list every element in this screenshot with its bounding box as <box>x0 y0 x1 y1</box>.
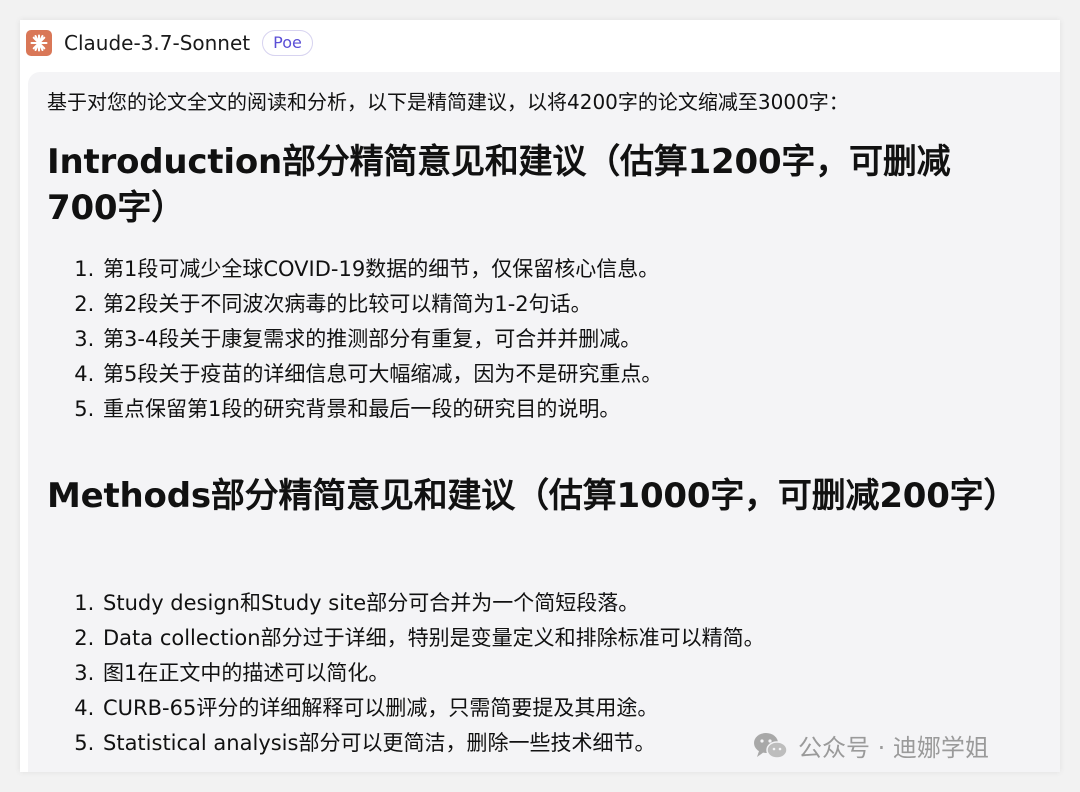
list-item: 重点保留第1段的研究背景和最后一段的研究目的说明。 <box>101 392 662 427</box>
list-item: 第2段关于不同波次病毒的比较可以精简为1-2句话。 <box>101 287 662 322</box>
introduction-suggestion-list: 第1段可减少全球COVID-19数据的细节，仅保留核心信息。 第2段关于不同波次… <box>47 252 662 427</box>
bot-name[interactable]: Claude-3.7-Sonnet <box>64 31 250 55</box>
list-item: 第5段关于疫苗的详细信息可大幅缩减，因为不是研究重点。 <box>101 357 662 392</box>
watermark: 公众号 · 迪娜学姐 <box>752 728 989 763</box>
list-item: CURB-65评分的详细解释可以删减，只需简要提及其用途。 <box>101 691 765 726</box>
list-item: Data collection部分过于详细，特别是变量定义和排除标准可以精简。 <box>101 621 765 656</box>
list-item: 第3-4段关于康复需求的推测部分有重复，可合并并删减。 <box>101 322 662 357</box>
methods-suggestion-list: Study design和Study site部分可合并为一个简短段落。 Dat… <box>47 586 765 761</box>
list-item: 图1在正文中的描述可以简化。 <box>101 656 765 691</box>
claude-starburst-icon[interactable] <box>26 30 52 56</box>
intro-text: 基于对您的论文全文的阅读和分析，以下是精简建议，以将4200字的论文缩减至300… <box>47 90 849 114</box>
chat-window: Claude-3.7-Sonnet Poe 基于对您的论文全文的阅读和分析，以下… <box>20 20 1060 772</box>
list-item: 第1段可减少全球COVID-19数据的细节，仅保留核心信息。 <box>101 252 662 287</box>
wechat-icon <box>752 731 788 761</box>
poe-badge[interactable]: Poe <box>262 30 313 56</box>
list-item: Study design和Study site部分可合并为一个简短段落。 <box>101 586 765 621</box>
section-heading-methods: Methods部分精简意见和建议（估算1000字，可删减200字） <box>47 476 1018 516</box>
message-header: Claude-3.7-Sonnet Poe <box>26 28 313 58</box>
section-heading-introduction: Introduction部分精简意见和建议（估算1200字，可删减700字） <box>47 142 951 228</box>
watermark-text: 公众号 · 迪娜学姐 <box>798 734 989 762</box>
message-bubble: 基于对您的论文全文的阅读和分析，以下是精简建议，以将4200字的论文缩减至300… <box>28 72 1060 772</box>
list-item: Statistical analysis部分可以更简洁，删除一些技术细节。 <box>101 726 765 761</box>
